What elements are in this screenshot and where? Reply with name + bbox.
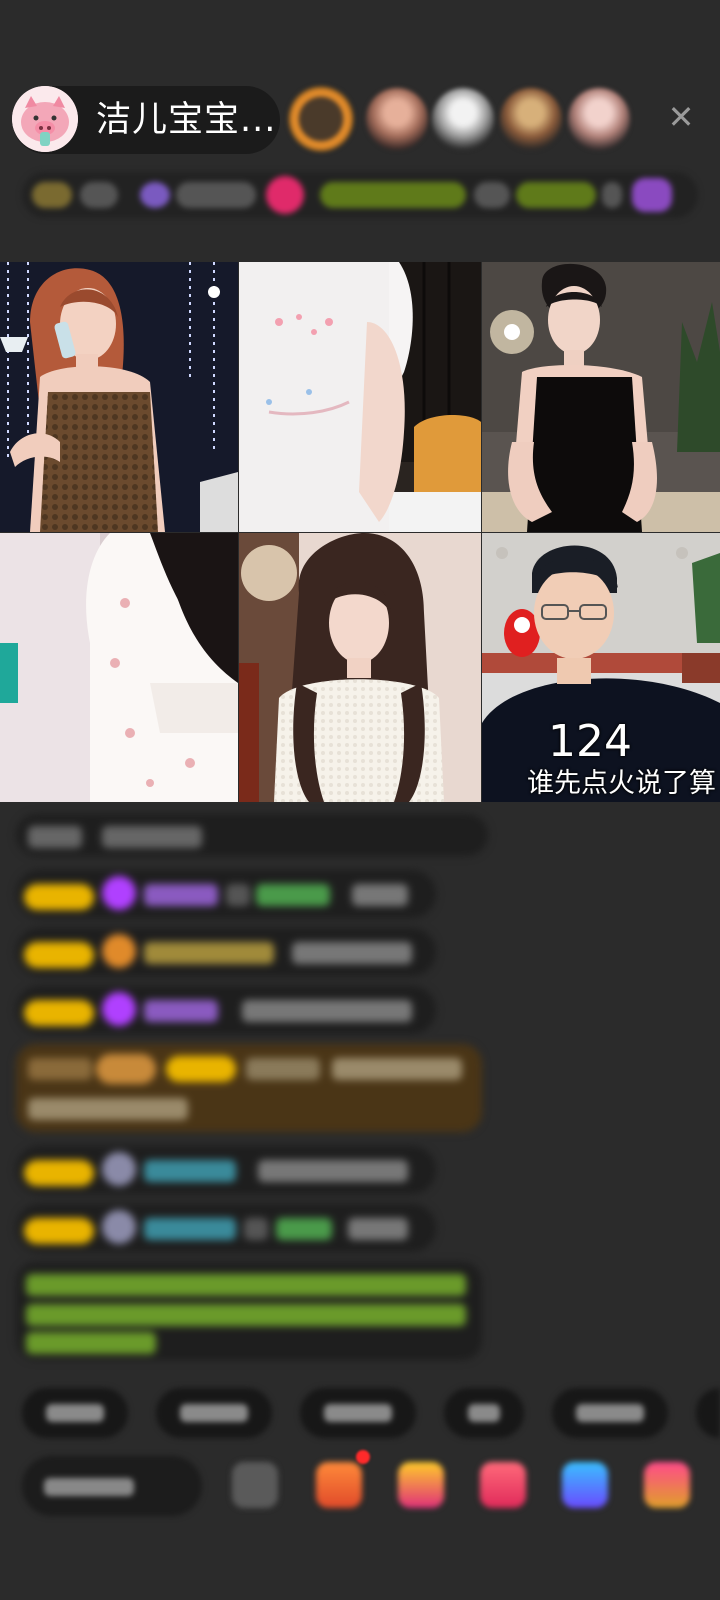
host-avatar[interactable] bbox=[12, 86, 78, 152]
video-tile-3[interactable] bbox=[482, 262, 720, 532]
viewer-avatar-1[interactable] bbox=[288, 86, 354, 152]
quick-reply-chip-5[interactable] bbox=[552, 1388, 668, 1438]
quick-reply-chip-4[interactable] bbox=[444, 1388, 524, 1438]
quick-reply-chip-2[interactable] bbox=[156, 1388, 272, 1438]
viewer-avatar-4[interactable] bbox=[500, 88, 562, 150]
room-info-bar[interactable] bbox=[22, 172, 698, 218]
pink-pig-avatar-icon bbox=[12, 86, 78, 152]
quick-reply-chip-1[interactable] bbox=[22, 1388, 128, 1438]
host-info-pill[interactable]: 洁儿宝宝... bbox=[12, 86, 280, 154]
chat-message bbox=[16, 986, 436, 1034]
video-tile-5[interactable] bbox=[239, 533, 481, 802]
chat-message bbox=[16, 928, 436, 976]
viewer-avatar-3[interactable] bbox=[432, 88, 494, 150]
chat-message-highlight bbox=[16, 1044, 482, 1132]
viewer-avatar-2[interactable] bbox=[366, 88, 428, 150]
close-icon[interactable]: ✕ bbox=[664, 100, 698, 134]
game-icon[interactable] bbox=[562, 1462, 608, 1508]
quick-reply-chip-3[interactable] bbox=[300, 1388, 416, 1438]
chat-message bbox=[16, 870, 436, 918]
chat-message bbox=[16, 814, 488, 856]
host-name: 洁儿宝宝... bbox=[96, 100, 277, 140]
pk-score-label: 124 bbox=[548, 716, 632, 767]
video-tile-4[interactable] bbox=[0, 533, 238, 802]
chat-message bbox=[16, 1204, 436, 1252]
video-tile-1[interactable] bbox=[0, 262, 238, 532]
multi-guest-video-grid: 124 谁先点火说了算 bbox=[0, 262, 720, 802]
notification-dot bbox=[356, 1450, 370, 1464]
pk-caption-label: 谁先点火说了算 bbox=[527, 768, 716, 799]
more-icon[interactable] bbox=[644, 1462, 690, 1508]
chat-message-list[interactable] bbox=[0, 802, 720, 1362]
chat-message bbox=[16, 1146, 436, 1194]
fan-club-icon[interactable] bbox=[480, 1462, 526, 1508]
quick-reply-chip-6[interactable] bbox=[696, 1388, 720, 1438]
video-tile-2[interactable] bbox=[239, 262, 481, 532]
chat-input[interactable] bbox=[22, 1456, 202, 1516]
gift-icon[interactable] bbox=[398, 1462, 444, 1508]
emoji-icon[interactable] bbox=[232, 1462, 278, 1508]
viewer-avatar-5[interactable] bbox=[568, 88, 630, 150]
gift-box-icon[interactable] bbox=[316, 1462, 362, 1508]
chat-system-notice bbox=[16, 1262, 482, 1360]
